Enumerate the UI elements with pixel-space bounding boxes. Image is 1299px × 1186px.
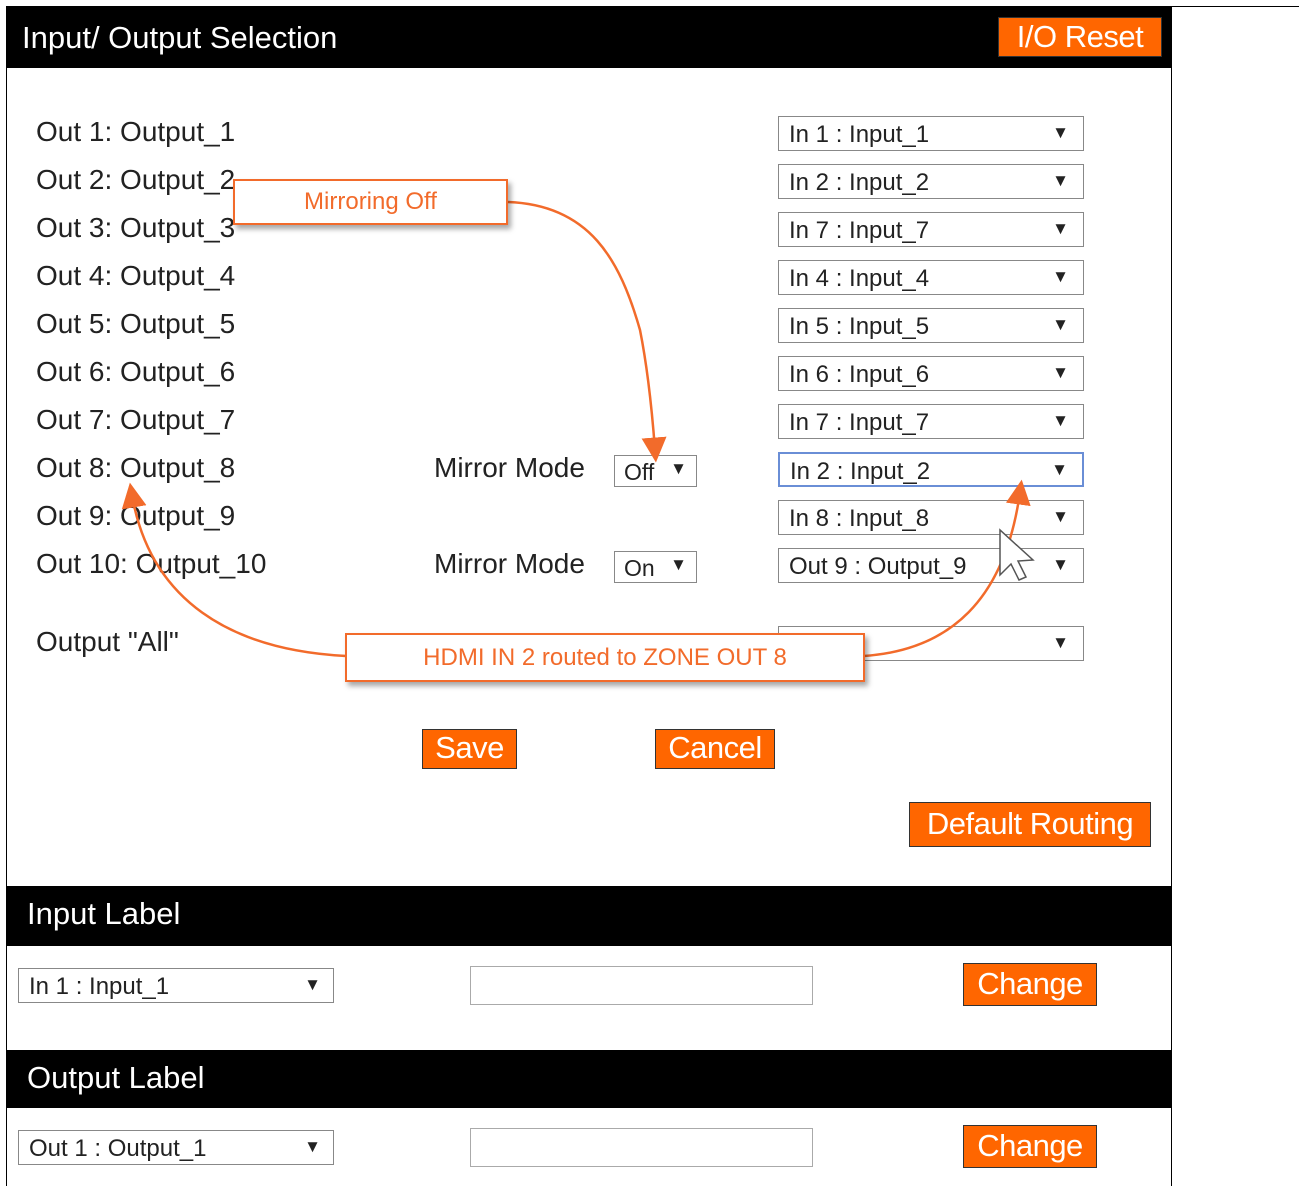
output-label-7: Out 7: Output_7 — [36, 404, 236, 435]
mirror-mode-select-10[interactable]: On ▼ — [614, 551, 697, 583]
output-label-1: Out 1: Output_1 — [36, 116, 236, 147]
route-select-5[interactable]: In 5 : Input_5 ▼ — [778, 308, 1084, 343]
route-select-8[interactable]: In 2 : Input_2 ▼ — [778, 452, 1084, 487]
mirror-mode-label-10: Mirror Mode — [434, 548, 585, 579]
cancel-button[interactable]: Cancel — [655, 729, 775, 769]
input-label-select[interactable]: In 1 : Input_1 ▼ — [18, 968, 334, 1003]
chevron-down-icon: ▼ — [1052, 171, 1069, 190]
mirror-value: On — [624, 555, 655, 581]
output-all-label: Output "All" — [36, 626, 179, 657]
output-label-change-button[interactable]: Change — [963, 1125, 1097, 1168]
default-routing-button[interactable]: Default Routing — [909, 802, 1151, 847]
output-label-2: Out 2: Output_2 — [36, 164, 236, 195]
output-label-header: Output Label — [7, 1050, 1171, 1108]
mirror-mode-select-8[interactable]: Off ▼ — [614, 455, 697, 487]
chevron-down-icon: ▼ — [1051, 460, 1068, 479]
output-label-field[interactable] — [470, 1128, 813, 1167]
chevron-down-icon: ▼ — [1052, 123, 1069, 142]
input-label-title: Input Label — [27, 896, 181, 931]
route-value: In 1 : Input_1 — [789, 121, 930, 148]
output-select-value: Out 1 : Output_1 — [29, 1135, 207, 1162]
mirror-mode-label-8: Mirror Mode — [434, 452, 585, 483]
route-value: In 2 : Input_2 — [790, 458, 931, 485]
input-label-header: Input Label — [7, 886, 1171, 946]
chevron-down-icon: ▼ — [1052, 633, 1069, 652]
output-label-select[interactable]: Out 1 : Output_1 ▼ — [18, 1130, 334, 1165]
route-value: In 8 : Input_8 — [789, 505, 930, 532]
output-label-5: Out 5: Output_5 — [36, 308, 236, 339]
route-value: In 5 : Input_5 — [789, 313, 930, 340]
route-select-6[interactable]: In 6 : Input_6 ▼ — [778, 356, 1084, 391]
io-selection-header: Input/ Output Selection I/O Reset — [7, 7, 1171, 68]
chevron-down-icon: ▼ — [1052, 267, 1069, 286]
output-label-title: Output Label — [27, 1060, 205, 1095]
route-select-10[interactable]: Out 9 : Output_9 ▼ — [778, 548, 1084, 583]
route-value: In 6 : Input_6 — [789, 361, 930, 388]
io-selection-title: Input/ Output Selection — [22, 20, 338, 55]
chevron-down-icon: ▼ — [1052, 555, 1069, 574]
hdmi-routed-text: HDMI IN 2 routed to ZONE OUT 8 — [423, 644, 787, 671]
chevron-down-icon: ▼ — [1052, 363, 1069, 382]
route-value: In 7 : Input_7 — [789, 217, 930, 244]
route-value: In 7 : Input_7 — [789, 409, 930, 436]
input-select-value: In 1 : Input_1 — [29, 973, 170, 1000]
mirroring-off-text: Mirroring Off — [304, 188, 437, 215]
input-label-field[interactable] — [470, 966, 813, 1005]
mirroring-off-callout: Mirroring Off — [233, 179, 508, 225]
input-label-change-button[interactable]: Change — [963, 963, 1097, 1006]
hdmi-routed-callout: HDMI IN 2 routed to ZONE OUT 8 — [345, 633, 865, 682]
route-select-7[interactable]: In 7 : Input_7 ▼ — [778, 404, 1084, 439]
route-select-3[interactable]: In 7 : Input_7 ▼ — [778, 212, 1084, 247]
route-select-2[interactable]: In 2 : Input_2 ▼ — [778, 164, 1084, 199]
chevron-down-icon: ▼ — [670, 555, 687, 574]
route-select-1[interactable]: In 1 : Input_1 ▼ — [778, 116, 1084, 151]
mirror-value: Off — [624, 459, 655, 485]
chevron-down-icon: ▼ — [1052, 411, 1069, 430]
chevron-down-icon: ▼ — [304, 1137, 321, 1156]
output-label-4: Out 4: Output_4 — [36, 260, 236, 291]
output-label-9: Out 9: Output_9 — [36, 500, 236, 531]
chevron-down-icon: ▼ — [670, 459, 687, 478]
route-value: In 2 : Input_2 — [789, 169, 930, 196]
output-label-10: Out 10: Output_10 — [36, 548, 267, 579]
chevron-down-icon: ▼ — [1052, 219, 1069, 238]
route-value: In 4 : Input_4 — [789, 265, 930, 292]
save-button[interactable]: Save — [422, 729, 517, 769]
io-reset-button[interactable]: I/O Reset — [998, 17, 1162, 57]
route-select-4[interactable]: In 4 : Input_4 ▼ — [778, 260, 1084, 295]
chevron-down-icon: ▼ — [1052, 507, 1069, 526]
output-label-6: Out 6: Output_6 — [36, 356, 236, 387]
route-select-9[interactable]: In 8 : Input_8 ▼ — [778, 500, 1084, 535]
route-value: Out 9 : Output_9 — [789, 553, 967, 580]
chevron-down-icon: ▼ — [304, 975, 321, 994]
chevron-down-icon: ▼ — [1052, 315, 1069, 334]
output-label-3: Out 3: Output_3 — [36, 212, 236, 243]
output-label-8: Out 8: Output_8 — [36, 452, 236, 483]
